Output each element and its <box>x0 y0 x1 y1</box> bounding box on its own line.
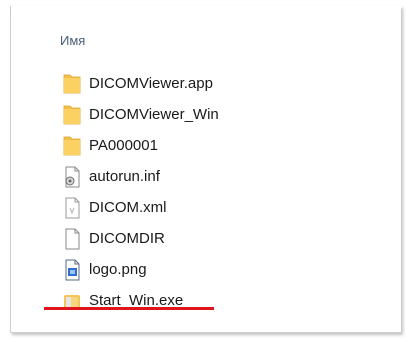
xml-file-icon <box>61 197 83 219</box>
file-name: DICOMViewer.app <box>89 75 213 92</box>
image-file-icon <box>61 259 83 281</box>
file-row-dicomviewer-win[interactable]: DICOMViewer_Win <box>61 99 219 130</box>
settings-file-icon <box>61 166 83 188</box>
file-row-dicom-xml[interactable]: DICOM.xml <box>61 192 219 223</box>
blank-file-icon <box>61 228 83 250</box>
file-row-pa000001[interactable]: PA000001 <box>61 130 219 161</box>
red-underline-annotation <box>44 307 214 310</box>
file-row-dicomdir[interactable]: DICOMDIR <box>61 223 219 254</box>
folder-icon <box>61 135 83 157</box>
file-name: DICOM.xml <box>89 199 167 216</box>
file-row-autorun-inf[interactable]: autorun.inf <box>61 161 219 192</box>
file-name: autorun.inf <box>89 168 160 185</box>
file-name: DICOMDIR <box>89 230 165 247</box>
file-row-dicomviewer-app[interactable]: DICOMViewer.app <box>61 68 219 99</box>
file-name: logo.png <box>89 261 147 278</box>
file-row-start-win-exe[interactable]: Start_Win.exe <box>61 285 219 316</box>
file-row-logo-png[interactable]: logo.png <box>61 254 219 285</box>
file-name: PA000001 <box>89 137 158 154</box>
file-explorer-pane: Имя DICOMViewer.app DICOMViewer_Win PA00… <box>10 6 401 333</box>
file-list: DICOMViewer.app DICOMViewer_Win PA000001 <box>61 68 219 316</box>
folder-icon <box>61 104 83 126</box>
file-name: DICOMViewer_Win <box>89 106 219 123</box>
folder-icon <box>61 73 83 95</box>
column-header-name[interactable]: Имя <box>60 33 85 48</box>
